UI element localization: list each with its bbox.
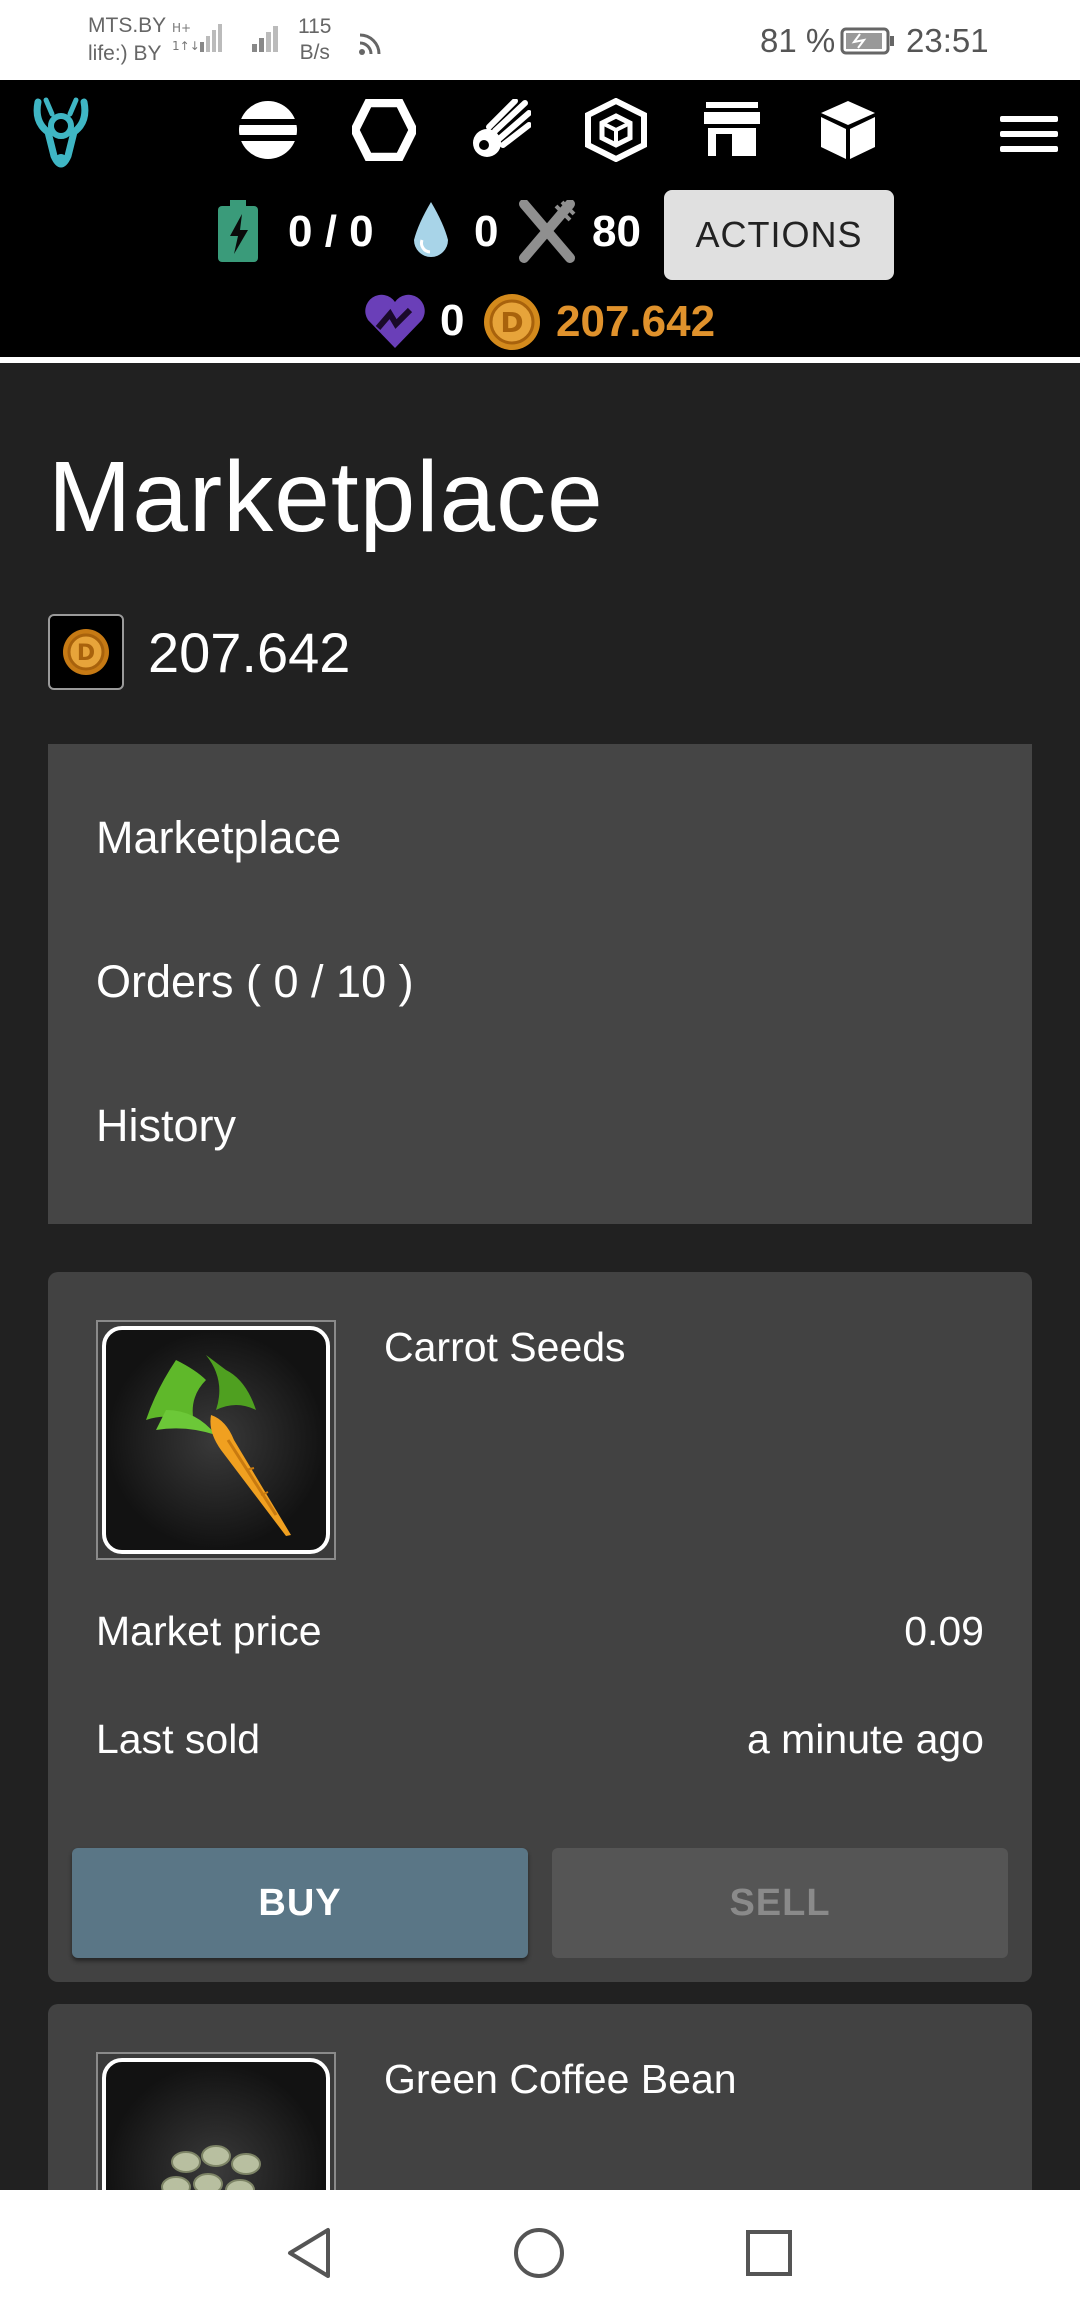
signal-strength-icon: H+ 1↑↓ xyxy=(172,21,222,53)
carrier-names: MTS.BY life:) BY xyxy=(88,12,166,68)
home-icon[interactable] xyxy=(512,2226,566,2280)
battery-percent: 81 % xyxy=(760,22,836,59)
system-nav-bar xyxy=(0,2190,1080,2312)
svg-text:D: D xyxy=(500,306,523,339)
carrier-2: life:) BY xyxy=(88,42,162,65)
coins-stat: D 207.642 xyxy=(482,292,715,352)
purple-heart-icon xyxy=(365,294,425,348)
water-stat: 0 xyxy=(410,200,498,264)
page-title: Marketplace xyxy=(48,441,604,553)
gems-stat: 0 xyxy=(364,292,464,350)
battery-energy-icon xyxy=(218,200,258,262)
recents-icon[interactable] xyxy=(744,2226,794,2280)
market-price-value: 0.09 xyxy=(904,1608,984,1654)
signal-strength-2-icon xyxy=(252,26,278,52)
network-speed-value: 115 xyxy=(298,15,332,38)
cube-outline-icon[interactable] xyxy=(584,98,648,162)
battery-icon xyxy=(840,27,894,55)
meteor-icon[interactable] xyxy=(468,98,532,162)
last-sold-value: a minute ago xyxy=(746,1716,984,1762)
market-price-label: Market price xyxy=(96,1608,322,1654)
carrier-1: MTS.BY xyxy=(88,14,167,37)
network-speed: 115 B/s xyxy=(298,14,331,66)
back-icon[interactable] xyxy=(284,2226,334,2280)
nav-icon-bar xyxy=(236,98,880,162)
currency-stats-row: 0 D 207.642 xyxy=(0,292,1080,356)
fork-knife-icon xyxy=(519,200,576,263)
item-thumbnail xyxy=(96,1320,336,1560)
hamburger-menu-icon[interactable] xyxy=(1000,116,1058,156)
hexagon-icon[interactable] xyxy=(352,98,416,162)
balance-display: D 207.642 xyxy=(48,614,350,690)
carrot-icon xyxy=(146,1355,291,1536)
clock: 23:51 xyxy=(906,22,989,59)
coin-icon: D xyxy=(48,614,124,690)
box-icon[interactable] xyxy=(816,98,880,162)
item-name: Carrot Seeds xyxy=(384,1324,626,1370)
status-bar: MTS.BY life:) BY H+ 1↑↓ 115 B/s 81 % 23:… xyxy=(0,0,1080,80)
app-logo-icon[interactable] xyxy=(30,96,92,176)
water-drop-icon xyxy=(414,202,448,257)
coin-icon: D xyxy=(484,294,540,350)
listing-card: Carrot Seeds Market price 0.09 Last sold… xyxy=(48,1272,1032,1982)
sell-button[interactable]: SELL xyxy=(552,1848,1008,1958)
resource-stats-row: 0 / 0 0 80 xyxy=(0,190,1080,286)
svg-text:H+: H+ xyxy=(172,21,191,35)
planet-icon[interactable] xyxy=(236,98,300,162)
balance-value: 207.642 xyxy=(148,620,351,684)
svg-text:1↑↓: 1↑↓ xyxy=(172,39,200,53)
rss-icon xyxy=(359,33,381,55)
food-stat: 80 xyxy=(516,200,641,264)
marketplace-submenu: Marketplace Orders ( 0 / 10 ) History xyxy=(48,744,1032,1224)
svg-text:D: D xyxy=(77,641,95,666)
app-header: 0 / 0 0 80 ACTIONS 0 D 207.642 xyxy=(0,80,1080,363)
network-speed-unit: B/s xyxy=(299,41,330,64)
buy-button[interactable]: BUY xyxy=(72,1848,528,1958)
last-sold-label: Last sold xyxy=(96,1716,261,1762)
coins-value: 207.642 xyxy=(556,297,716,346)
submenu-item-marketplace[interactable]: Marketplace xyxy=(96,812,341,864)
food-value: 80 xyxy=(592,207,641,256)
actions-button[interactable]: ACTIONS xyxy=(664,190,894,280)
energy-value: 0 / 0 xyxy=(288,207,374,256)
energy-stat: 0 / 0 xyxy=(216,200,374,264)
submenu-item-history[interactable]: History xyxy=(96,1100,236,1152)
gems-value: 0 xyxy=(440,296,465,345)
store-icon[interactable] xyxy=(700,98,764,162)
submenu-item-orders[interactable]: Orders ( 0 / 10 ) xyxy=(96,956,414,1008)
water-value: 0 xyxy=(474,207,499,256)
item-name: Green Coffee Bean xyxy=(384,2056,737,2102)
